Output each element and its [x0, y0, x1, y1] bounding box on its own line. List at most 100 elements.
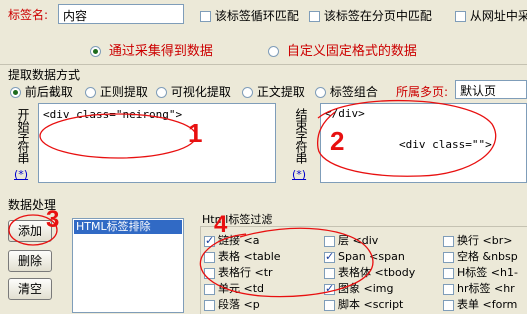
extract-option-label: 正文提取	[256, 85, 305, 99]
filter-label: 链接 <a	[218, 234, 260, 247]
list-item-label: HTML标签排除	[76, 220, 151, 233]
checkbox-icon	[324, 267, 335, 279]
start-string-textarea[interactable]: <div class="neirong">	[38, 103, 276, 183]
filter-label: 表格行 <tr	[218, 266, 273, 279]
filter-label: 层 <div	[338, 234, 379, 247]
tag-name-value: 内容	[63, 9, 88, 23]
extract-option-0[interactable]: 前后截取	[10, 83, 73, 100]
filter-label: 空格 &nbsp	[457, 250, 518, 263]
checkbox-icon	[443, 251, 454, 263]
extract-option-1[interactable]: 正则提取	[85, 83, 148, 100]
extract-option-2[interactable]: 可视化提取	[156, 83, 231, 100]
checkbox-icon	[443, 267, 454, 279]
from-url-label: 从网址中采	[469, 9, 527, 23]
tag-name-input[interactable]: 内容	[58, 4, 184, 24]
extract-option-label: 前后截取	[24, 85, 73, 99]
filter-p-checkbox[interactable]: 段落 <p	[204, 297, 260, 313]
add-button[interactable]: 添加	[8, 220, 52, 242]
radio-icon	[315, 87, 326, 98]
loop-match-checkbox[interactable]: 该标签循环匹配	[200, 7, 299, 24]
checkbox-icon	[204, 233, 215, 249]
filter-nbsp-checkbox[interactable]: 空格 &nbsp	[443, 249, 518, 265]
filter-img-checkbox[interactable]: 图象 <img	[324, 281, 393, 297]
processing-list[interactable]: HTML标签排除	[72, 218, 184, 313]
loop-match-label: 该标签循环匹配	[214, 9, 299, 23]
checkbox-icon	[204, 251, 215, 263]
filter-section-label: Html标签过滤	[202, 213, 273, 226]
extract-option-label: 正则提取	[99, 85, 148, 99]
filter-span-checkbox[interactable]: Span <span	[324, 249, 405, 265]
radio-icon	[90, 46, 101, 57]
checkbox-icon	[204, 267, 215, 279]
checkbox-icon	[443, 283, 454, 295]
divider	[0, 64, 527, 65]
mode-collect-label: 通过采集得到数据	[108, 44, 213, 59]
extract-option-label: 标签组合	[329, 85, 378, 99]
checkbox-icon	[324, 235, 335, 247]
end-string-textarea[interactable]: </div> <div class="">	[320, 103, 527, 183]
radio-icon	[85, 87, 96, 98]
page-select[interactable]: 默认页	[455, 80, 527, 99]
filter-label: H标签 <h1-	[457, 266, 518, 279]
checkbox-icon	[324, 249, 335, 265]
filter-form-checkbox[interactable]: 表单 <form	[443, 297, 517, 313]
add-button-label: 添加	[17, 224, 42, 238]
filter-script-checkbox[interactable]: 脚本 <script	[324, 297, 403, 313]
radio-icon	[268, 46, 279, 57]
filter-label: hr标签 <hr	[457, 282, 515, 295]
filter-label: 单元 <td	[218, 282, 265, 295]
checkbox-icon	[309, 11, 320, 22]
filter-tr-checkbox[interactable]: 表格行 <tr	[204, 265, 273, 281]
checkbox-icon	[443, 299, 454, 311]
filter-br-checkbox[interactable]: 换行 <br>	[443, 233, 512, 249]
filter-h-checkbox[interactable]: H标签 <h1-	[443, 265, 518, 281]
filter-table-checkbox[interactable]: 表格 <table	[204, 249, 281, 265]
processing-section-label: 数据处理	[8, 198, 57, 212]
filter-hr-checkbox[interactable]: hr标签 <hr	[443, 281, 515, 297]
checkbox-icon	[443, 235, 454, 247]
filter-label: 脚本 <script	[338, 298, 404, 311]
filter-label: 表格体 <tbody	[338, 266, 416, 279]
filter-div-checkbox[interactable]: 层 <div	[324, 233, 378, 249]
filter-label: 段落 <p	[218, 298, 260, 311]
mode-fixed-radio[interactable]: 自定义固定格式的数据	[268, 40, 417, 59]
filter-label: 图象 <img	[338, 282, 394, 295]
filter-a-checkbox[interactable]: 链接 <a	[204, 233, 259, 249]
checkbox-icon	[200, 11, 211, 22]
from-url-checkbox[interactable]: 从网址中采	[455, 7, 527, 24]
extract-option-4[interactable]: 标签组合	[315, 83, 378, 100]
filter-label: 表格 <table	[218, 250, 281, 263]
extract-section-label: 提取数据方式	[8, 68, 81, 82]
end-string-line-2: <div class="">	[399, 138, 492, 151]
start-string-content: <div class="neirong">	[43, 108, 183, 121]
end-string-line-1: </div>	[325, 107, 365, 120]
start-string-link[interactable]: (*)	[14, 168, 28, 181]
mode-collect-radio[interactable]: 通过采集得到数据	[90, 40, 213, 59]
clear-button[interactable]: 清空	[8, 278, 52, 300]
checkbox-icon	[204, 299, 215, 311]
filter-tbody-checkbox[interactable]: 表格体 <tbody	[324, 265, 415, 281]
delete-button[interactable]: 删除	[8, 250, 52, 272]
page-select-value: 默认页	[460, 84, 497, 98]
radio-icon	[10, 87, 21, 98]
page-select-label: 所属多页:	[396, 85, 449, 99]
checkbox-icon	[324, 281, 335, 297]
filter-td-checkbox[interactable]: 单元 <td	[204, 281, 264, 297]
filter-label: 表单 <form	[457, 298, 518, 311]
list-item[interactable]: HTML标签排除	[74, 220, 182, 234]
page-match-checkbox[interactable]: 该标签在分页中匹配	[309, 7, 432, 24]
start-string-label: 开始字符串	[16, 108, 30, 163]
extract-option-label: 可视化提取	[170, 85, 231, 99]
tag-name-label: 标签名:	[8, 8, 49, 22]
radio-icon	[242, 87, 253, 98]
extract-option-3[interactable]: 正文提取	[242, 83, 305, 100]
radio-icon	[156, 87, 167, 98]
checkbox-icon	[455, 11, 466, 22]
checkbox-icon	[324, 299, 335, 311]
page-match-label: 该标签在分页中匹配	[323, 9, 432, 23]
end-string-label: 结束字符串	[294, 108, 308, 163]
checkbox-icon	[204, 283, 215, 295]
filter-label: Span <span	[338, 250, 405, 263]
end-string-link[interactable]: (*)	[292, 168, 306, 181]
filter-label: 换行 <br>	[457, 234, 513, 247]
